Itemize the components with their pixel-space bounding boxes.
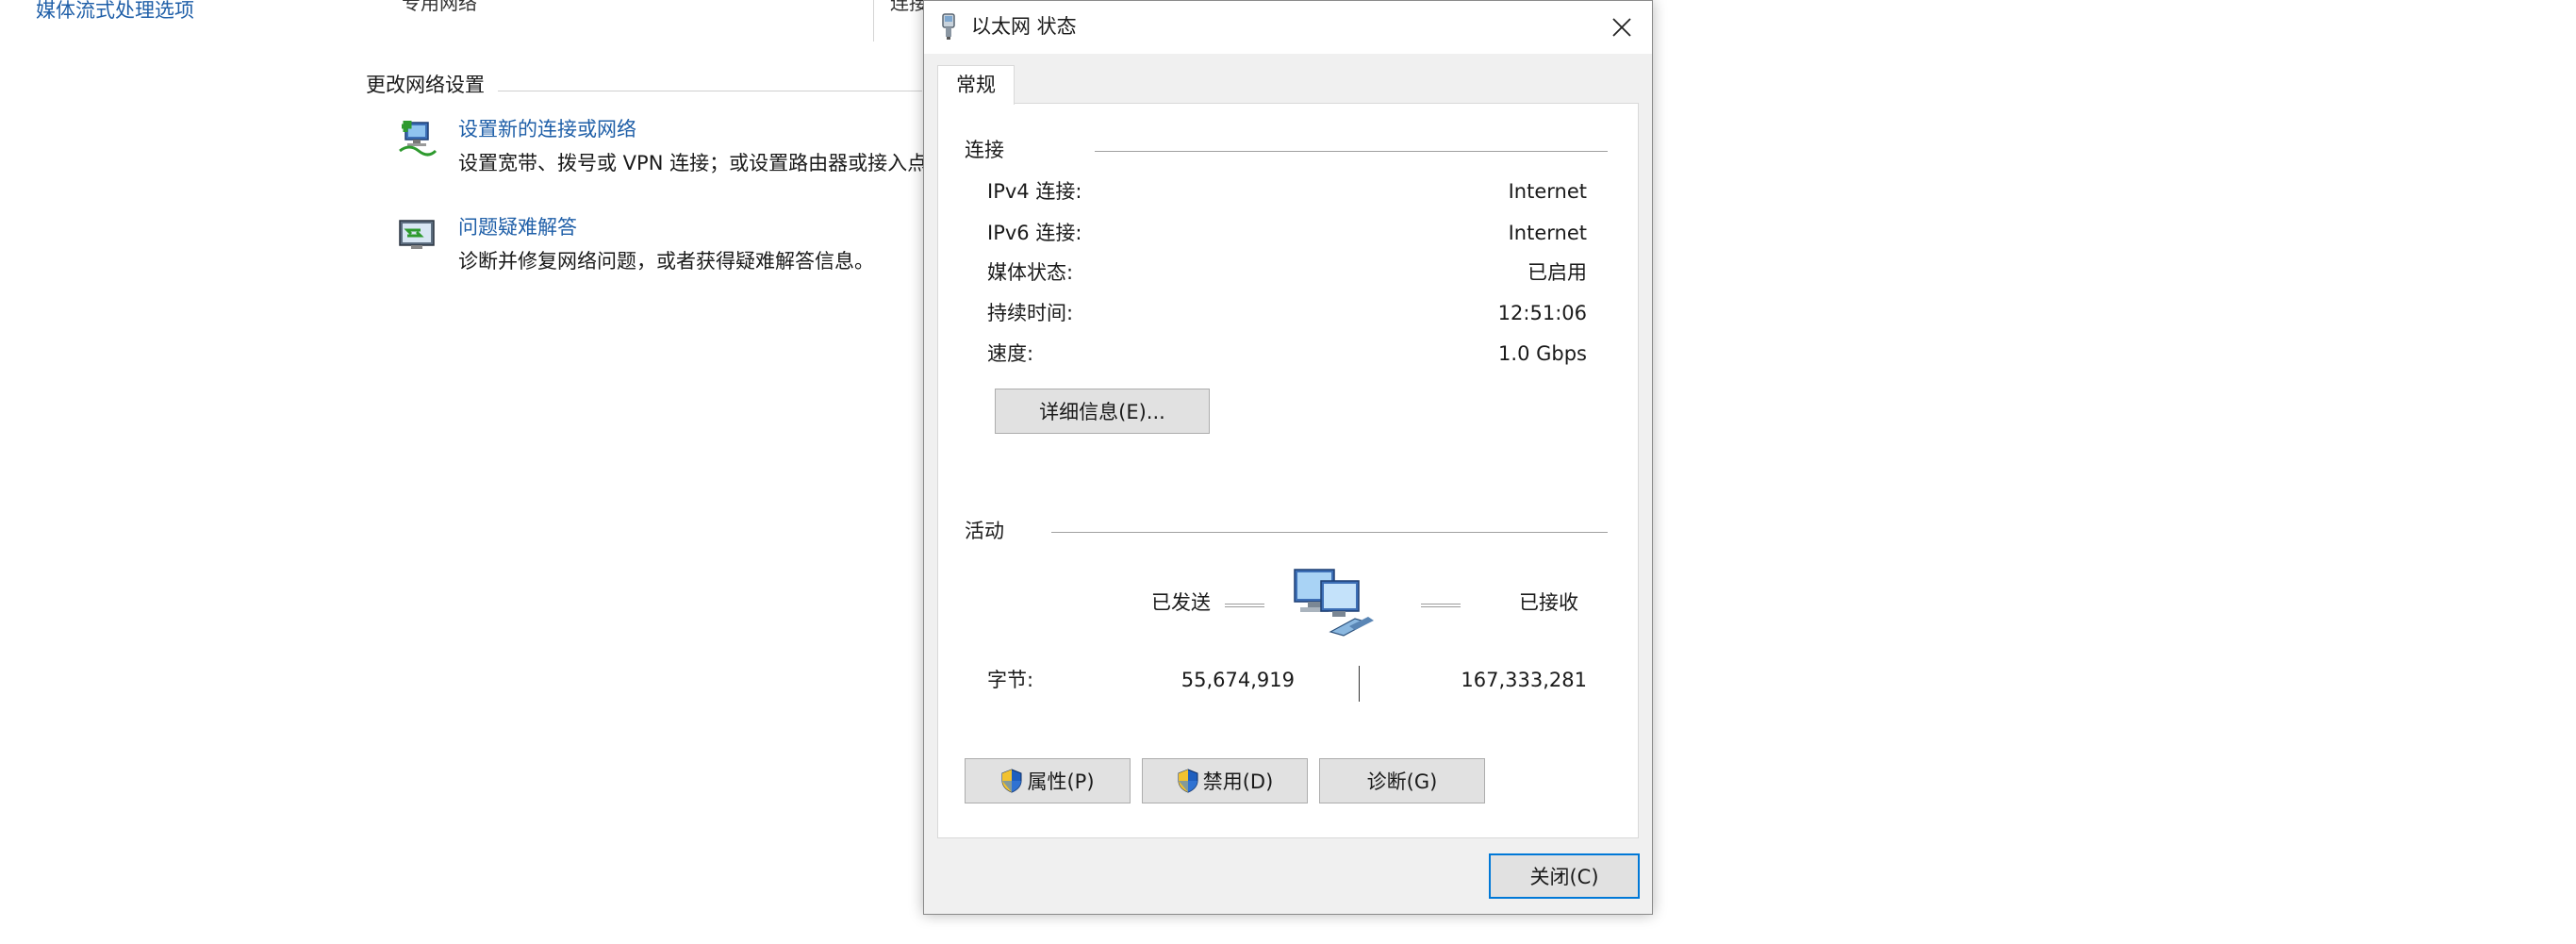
ipv6-value: Internet [1508,222,1587,244]
close-icon [1612,18,1631,37]
duration-value: 12:51:06 [1497,302,1587,324]
ipv4-label: IPv4 连接: [987,180,1082,203]
close-button[interactable]: 关闭(C) [1489,853,1640,899]
section-title: 更改网络设置 [366,74,485,96]
connection-group-line [1095,151,1608,152]
properties-button[interactable]: 属性(P) [965,758,1131,803]
ethernet-status-dialog: 以太网 状态 常规 连接 IPv4 连接: Internet IPv6 连接: … [923,0,1653,915]
received-label: 已接收 [1519,591,1578,614]
duration-label: 持续时间: [987,302,1074,324]
sent-label: 已发送 [1151,591,1211,614]
troubleshoot-icon [399,220,435,249]
troubleshoot-desc: 诊断并修复网络问题，或者获得疑难解答信息。 [458,250,874,273]
close-button-label: 关闭(C) [1529,866,1599,888]
ipv6-label: IPv6 连接: [987,222,1082,244]
speed-value: 1.0 Gbps [1498,342,1587,365]
network-computers-icon [1294,569,1374,637]
general-tab-panel: 连接 IPv4 连接: Internet IPv6 连接: Internet 媒… [937,103,1639,838]
network-setup-icon [399,121,438,157]
received-line [1421,604,1461,607]
disable-button[interactable]: 禁用(D) [1142,758,1308,803]
details-button[interactable]: 详细信息(E)... [995,389,1210,434]
details-button-label: 详细信息(E)... [1039,401,1165,423]
uac-shield-icon [1178,769,1198,793]
sent-line [1225,604,1264,607]
disable-button-label: 禁用(D) [1202,770,1274,793]
speed-label: 速度: [987,342,1034,365]
bytes-sent-value: 55,674,919 [1181,669,1295,691]
properties-button-label: 属性(P) [1027,770,1095,793]
activity-group-label: 活动 [965,520,1004,542]
close-window-button[interactable] [1592,1,1652,54]
bytes-label: 字节: [987,669,1034,691]
bytes-divider [1359,666,1360,702]
setup-connection-desc: 设置宽带、拨号或 VPN 连接；或设置路由器或接入点。 [458,152,948,174]
network-type-label: 专用网络 [402,0,477,14]
ipv4-value: Internet [1508,180,1587,203]
diagnose-button[interactable]: 诊断(G) [1319,758,1485,803]
connections-label: 连接 [890,0,928,14]
connection-group-label: 连接 [965,139,1004,161]
bytes-received-value: 167,333,281 [1461,669,1587,691]
titlebar[interactable]: 以太网 状态 [924,1,1652,54]
uac-shield-icon [1001,769,1022,793]
media-state-value: 已启用 [1527,261,1587,284]
divider [873,0,874,41]
sidebar-link-media-streaming[interactable]: 媒体流式处理选项 [36,0,194,21]
troubleshoot-link[interactable]: 问题疑难解答 [458,215,577,240]
diagnose-button-label: 诊断(G) [1366,770,1438,793]
dialog-title: 以太网 状态 [971,15,1077,38]
ethernet-cable-icon [942,13,955,40]
media-state-label: 媒体状态: [987,261,1074,284]
activity-group-line [1051,532,1608,533]
setup-connection-link[interactable]: 设置新的连接或网络 [458,117,636,141]
tab-general[interactable]: 常规 [937,65,1015,105]
